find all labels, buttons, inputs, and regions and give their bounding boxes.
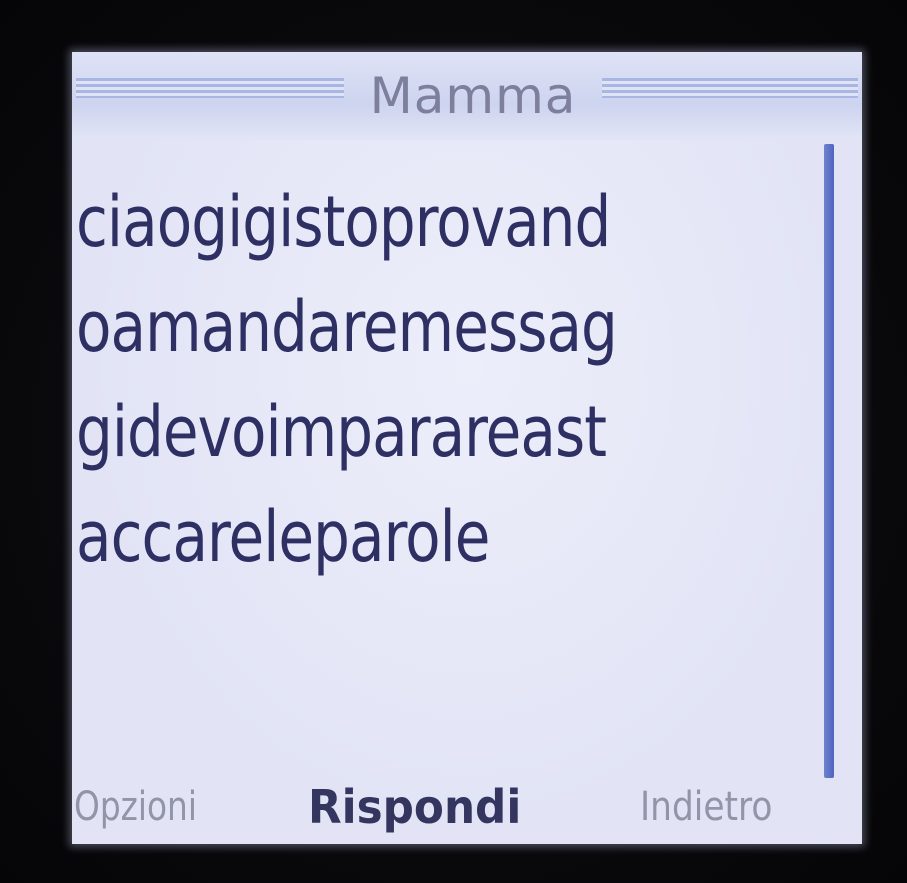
contact-name-title: Mamma xyxy=(369,67,577,125)
scrollbar-thumb[interactable] xyxy=(824,144,834,778)
title-decoration-right xyxy=(602,78,858,98)
message-body: ciaogigistoprovand oamandaremessag gidev… xyxy=(76,170,816,590)
message-line: gidevoimparareast xyxy=(76,391,607,473)
phone-screen: Mamma ciaogigistoprovand oamandaremessag… xyxy=(72,52,862,844)
message-line: ciaogigistoprovand xyxy=(76,181,611,263)
options-softkey[interactable]: Opzioni xyxy=(74,774,197,840)
message-line: oamandaremessag xyxy=(76,286,618,368)
softkey-bar: Opzioni Rispondi Indietro xyxy=(72,774,862,840)
title-decoration-left xyxy=(76,78,344,98)
scrollbar[interactable] xyxy=(824,144,834,778)
message-line: accareleparole xyxy=(76,496,490,578)
back-softkey[interactable]: Indietro xyxy=(640,774,772,840)
reply-softkey[interactable]: Rispondi xyxy=(308,774,521,840)
title-bar: Mamma xyxy=(72,52,862,140)
